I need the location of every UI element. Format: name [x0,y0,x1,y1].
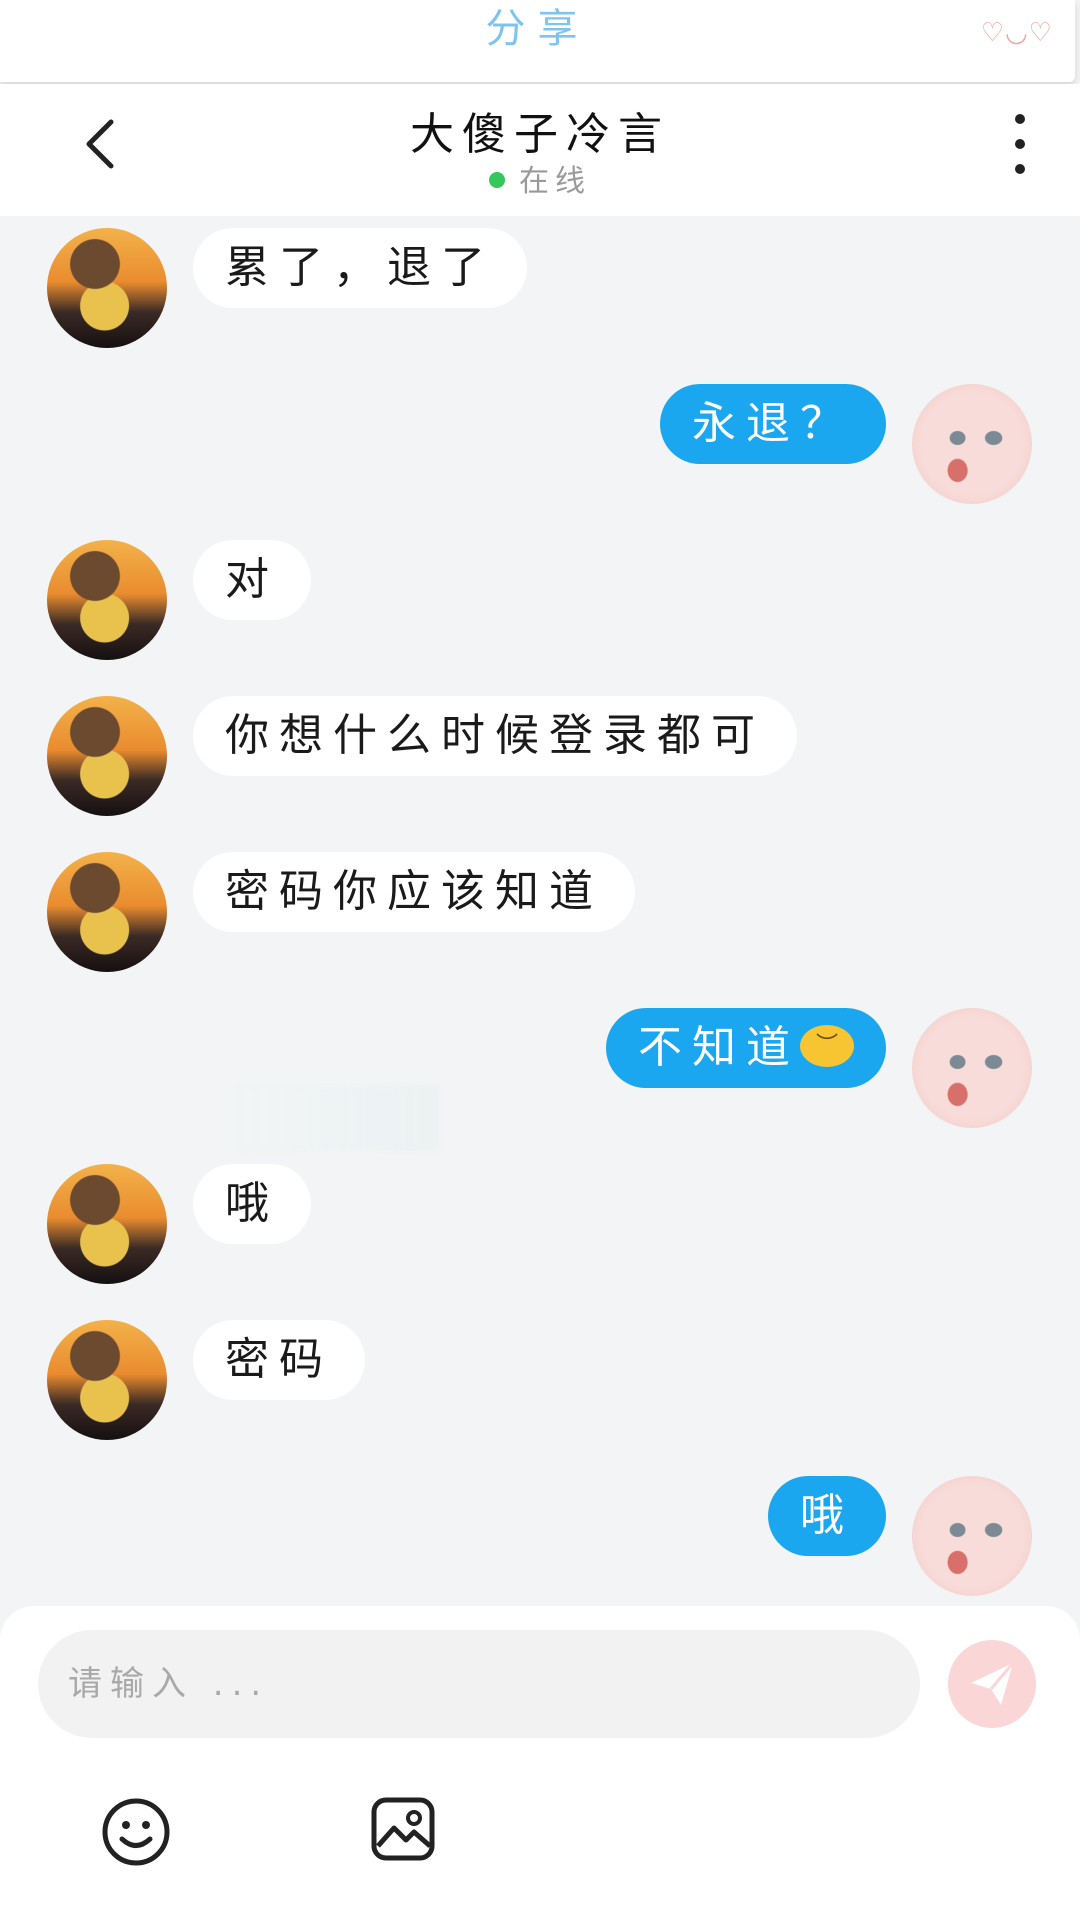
message-incoming: 哦 [47,1164,311,1284]
contact-avatar[interactable] [47,1164,167,1284]
heart-decoration-icon: ♡◡♡ [980,18,1053,48]
image-icon [371,1797,435,1861]
message-bubble[interactable]: 哦 [768,1476,886,1556]
contact-avatar[interactable] [47,540,167,660]
online-status: 在线 [0,156,1080,200]
share-button[interactable]: 分享 [0,0,1075,54]
composer: 请输入 ... [0,1606,1080,1920]
status-text: 在线 [519,164,591,199]
dot-icon [1015,139,1025,149]
smiley-icon [102,1798,170,1866]
contact-avatar[interactable] [47,696,167,816]
contact-name: 大傻子冷言 [410,109,670,160]
contact-avatar[interactable] [47,228,167,348]
message-incoming: 对 [47,540,311,660]
message-bubble[interactable]: 密码你应该知道 [193,852,635,932]
user-avatar[interactable] [912,384,1032,504]
share-bar: 分享 ♡◡♡ [0,0,1075,82]
message-outgoing: 永退？ [660,384,1032,504]
send-button[interactable] [948,1640,1036,1728]
chat-header: 大傻子冷言 在线 [0,84,1080,216]
emoji-button[interactable] [100,1796,172,1868]
message-incoming: 密码 [47,1320,365,1440]
user-avatar[interactable] [912,1008,1032,1128]
message-bubble[interactable]: 不知道 ︶ [606,1008,886,1088]
message-outgoing: 哦 [768,1476,1032,1596]
message-bubble[interactable]: 对 [193,540,311,620]
message-bubble[interactable]: 永退？ [660,384,886,464]
message-bubble[interactable]: 累了，退了 [193,228,527,308]
message-incoming: 你想什么时候登录都可 [47,696,797,816]
message-incoming: 累了，退了 [47,228,527,348]
user-avatar[interactable] [912,1476,1032,1596]
dot-icon [1015,114,1025,124]
blur-overlay [238,1086,438,1150]
message-bubble[interactable]: 密码 [193,1320,365,1400]
message-bubble[interactable]: 哦 [193,1164,311,1244]
dot-icon [1015,164,1025,174]
message-bubble[interactable]: 你想什么时候登录都可 [193,696,797,776]
worried-emoji-icon: ︶ [800,1025,854,1067]
online-dot-icon [489,171,505,188]
more-options-button[interactable] [1000,114,1040,174]
send-icon [971,1662,1015,1705]
message-incoming: 密码你应该知道 [47,852,635,972]
message-input[interactable]: 请输入 ... [38,1630,920,1738]
contact-avatar[interactable] [47,1320,167,1440]
message-outgoing: 不知道 ︶ [606,1008,1032,1128]
contact-avatar[interactable] [47,852,167,972]
message-text: 不知道 [638,1022,800,1073]
image-button[interactable] [370,1796,436,1862]
message-list[interactable]: 累了，退了 永退？ 对 你想什么时候登录都可 密码你应该知道 不知道 ︶ 哦 密码… [0,216,1080,1606]
